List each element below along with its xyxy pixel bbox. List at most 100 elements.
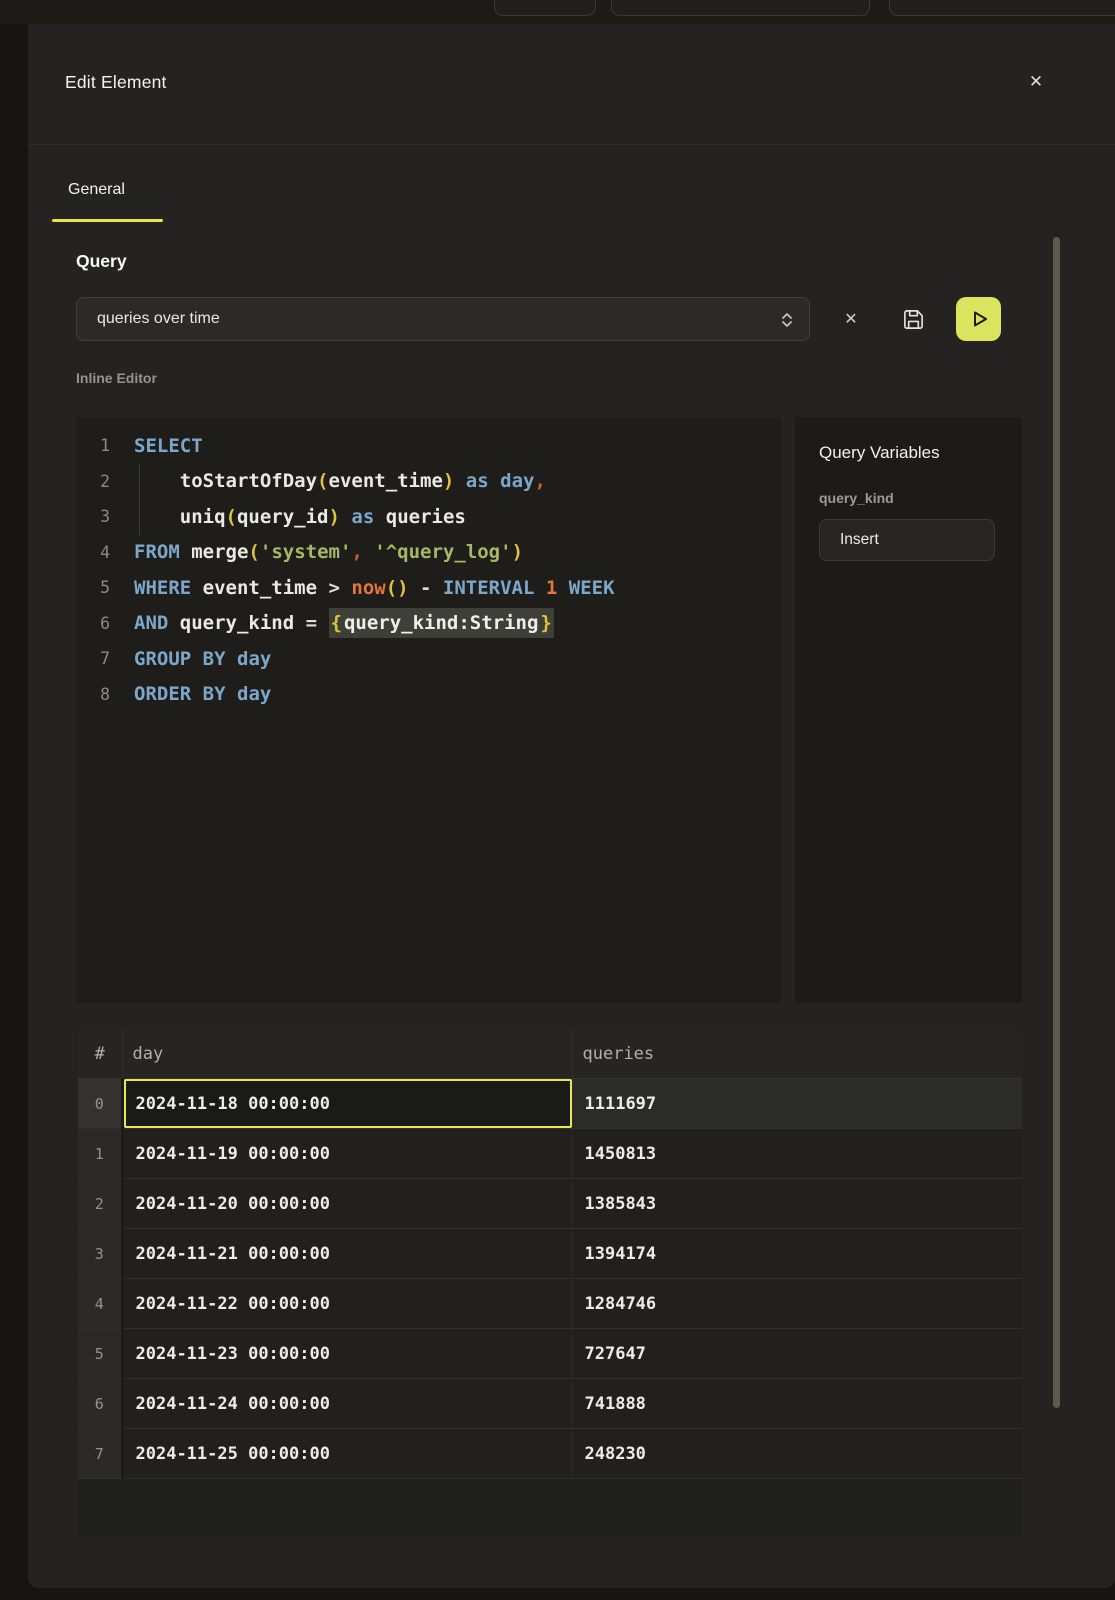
code-token: day	[500, 470, 534, 492]
code-text: AND query_kind = {query_kind:String}	[134, 612, 554, 634]
cell-day-text: 2024-11-19 00:00:00	[124, 1129, 572, 1178]
scrollbar-thumb[interactable]	[1053, 237, 1060, 1408]
results-body: 02024-11-18 00:00:00111169712024-11-19 0…	[78, 1079, 1022, 1479]
code-token	[489, 470, 500, 492]
results-table-wrap: # day queries 02024-11-18 00:00:00111169…	[78, 1030, 1022, 1537]
code-token: )	[443, 470, 454, 492]
line-number: 6	[76, 614, 110, 633]
results-table: # day queries 02024-11-18 00:00:00111169…	[78, 1030, 1022, 1479]
code-token: )	[512, 541, 523, 563]
code-token: WEEK	[569, 577, 615, 599]
column-header-queries[interactable]: queries	[572, 1030, 1022, 1079]
code-token: (	[317, 470, 328, 492]
editor-block: 1 SELECT 2 toStartOfDay(event_time) as day…	[76, 417, 1022, 1003]
cell-day[interactable]: 2024-11-21 00:00:00	[122, 1229, 572, 1279]
insert-variable-button[interactable]: Insert	[819, 519, 995, 561]
cell-day[interactable]: 2024-11-20 00:00:00	[122, 1179, 572, 1229]
cell-day-text: 2024-11-25 00:00:00	[124, 1429, 572, 1478]
indent-guide	[139, 464, 140, 535]
code-token: }	[538, 608, 553, 638]
code-token	[340, 506, 351, 528]
background-toolbar-button[interactable]	[611, 0, 870, 16]
column-header-day[interactable]: day	[122, 1030, 572, 1079]
cell-day[interactable]: 2024-11-22 00:00:00	[122, 1279, 572, 1329]
query-select-value: queries over time	[97, 310, 220, 328]
code-token	[534, 577, 545, 599]
code-line[interactable]: 3 uniq(query_id) as queries	[76, 499, 781, 535]
line-number: 2	[76, 472, 110, 491]
code-token: (	[248, 541, 259, 563]
line-number: 1	[76, 436, 110, 455]
cell-queries[interactable]: 1450813	[572, 1129, 1022, 1179]
clear-query-icon[interactable]: ✕	[839, 308, 863, 332]
row-index: 6	[78, 1379, 122, 1429]
code-token: {	[329, 608, 344, 638]
code-token	[226, 648, 237, 670]
code-token	[363, 541, 374, 563]
code-line[interactable]: 1 SELECT	[76, 428, 781, 464]
code-text: GROUP BY day	[134, 648, 271, 670]
code-token: FROM	[134, 541, 180, 563]
cell-day-text: 2024-11-23 00:00:00	[124, 1329, 572, 1378]
background-topbar	[0, 0, 1115, 24]
save-icon[interactable]	[901, 308, 925, 332]
table-row: 32024-11-21 00:00:001394174	[78, 1229, 1022, 1279]
background-toolbar-button[interactable]	[889, 0, 1115, 16]
column-header-index[interactable]: #	[78, 1030, 122, 1079]
run-query-button[interactable]	[956, 297, 1001, 341]
row-index: 4	[78, 1279, 122, 1329]
code-line[interactable]: 6 AND query_kind = {query_kind:String}	[76, 606, 781, 642]
table-row: 12024-11-19 00:00:001450813	[78, 1129, 1022, 1179]
code-text: SELECT	[134, 435, 203, 457]
row-index: 0	[78, 1079, 122, 1129]
cell-queries[interactable]: 727647	[572, 1329, 1022, 1379]
table-row: 22024-11-20 00:00:001385843	[78, 1179, 1022, 1229]
code-token	[454, 470, 465, 492]
code-token: 1	[546, 577, 557, 599]
code-token	[191, 577, 202, 599]
code-line[interactable]: 4FROM merge('system', '^query_log')	[76, 535, 781, 571]
close-icon[interactable]: ✕	[1022, 68, 1050, 96]
code-token	[191, 648, 202, 670]
cell-queries[interactable]: 1385843	[572, 1179, 1022, 1229]
code-token: )	[329, 506, 340, 528]
code-text: WHERE event_time > now() - INTERVAL 1 WE…	[134, 577, 615, 599]
cell-queries[interactable]: 248230	[572, 1429, 1022, 1479]
cell-day[interactable]: 2024-11-19 00:00:00	[122, 1129, 572, 1179]
table-footer	[78, 1479, 1022, 1537]
code-line[interactable]: 5WHERE event_time > now() - INTERVAL 1 W…	[76, 570, 781, 606]
code-text: toStartOfDay(event_time) as day,	[134, 470, 546, 492]
cell-day[interactable]: 2024-11-18 00:00:00	[122, 1079, 572, 1129]
code-token	[168, 612, 179, 634]
row-index: 5	[78, 1329, 122, 1379]
code-token: as	[351, 506, 374, 528]
cell-day[interactable]: 2024-11-25 00:00:00	[122, 1429, 572, 1479]
code-line[interactable]: 8ORDER BY day	[76, 677, 781, 713]
code-token: as	[466, 470, 489, 492]
cell-queries[interactable]: 741888	[572, 1379, 1022, 1429]
table-row: 52024-11-23 00:00:00727647	[78, 1329, 1022, 1379]
selected-cell: 2024-11-18 00:00:00	[124, 1079, 572, 1128]
code-line[interactable]: 7GROUP BY day	[76, 641, 781, 677]
code-token: -	[409, 577, 443, 599]
cell-queries[interactable]: 1111697	[572, 1079, 1022, 1129]
code-token: queries	[386, 506, 466, 528]
background-toolbar-button[interactable]	[494, 0, 596, 16]
cell-queries[interactable]: 1284746	[572, 1279, 1022, 1329]
cell-queries[interactable]: 1394174	[572, 1229, 1022, 1279]
tab-general[interactable]: General	[68, 181, 125, 199]
cell-day[interactable]: 2024-11-24 00:00:00	[122, 1379, 572, 1429]
code-line[interactable]: 2 toStartOfDay(event_time) as day,	[76, 464, 781, 500]
row-index: 2	[78, 1179, 122, 1229]
code-token: day	[237, 648, 271, 670]
cell-day-text: 2024-11-21 00:00:00	[124, 1229, 572, 1278]
code-token	[557, 577, 568, 599]
code-token	[134, 506, 180, 528]
code-token	[226, 683, 237, 705]
cell-day[interactable]: 2024-11-23 00:00:00	[122, 1329, 572, 1379]
inline-editor-label: Inline Editor	[76, 370, 157, 386]
sql-code-editor[interactable]: 1 SELECT 2 toStartOfDay(event_time) as day…	[76, 417, 781, 1003]
tab-active-underline	[52, 219, 163, 222]
query-select[interactable]: queries over time	[76, 297, 810, 341]
row-index: 7	[78, 1429, 122, 1479]
